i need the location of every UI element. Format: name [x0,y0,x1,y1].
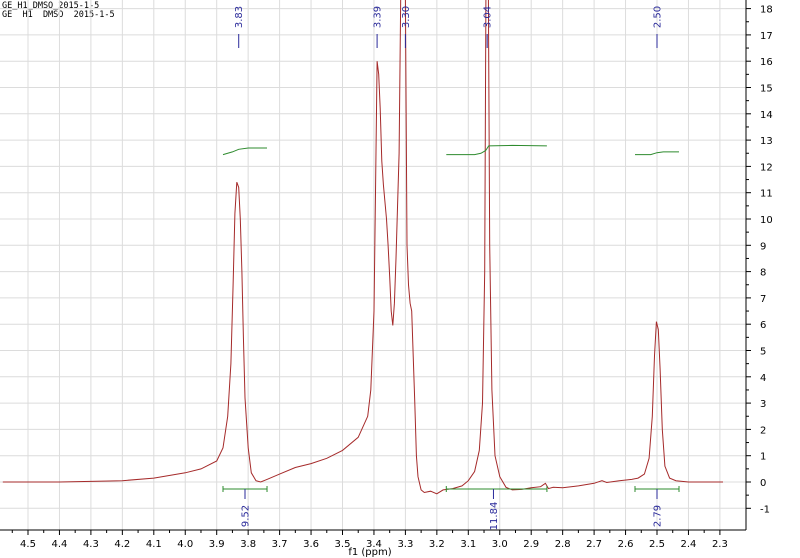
x-tick-label: 4.0 [177,539,193,550]
y-tick-label: 17 [760,31,773,42]
x-tick-label: 4.4 [51,539,67,550]
x-tick-label: 3.6 [303,539,319,550]
x-tick-label: 4.1 [146,539,162,550]
x-tick-label: 3.0 [492,539,508,550]
x-tick-label: 3.1 [460,539,476,550]
y-tick-label: 0 [760,478,766,489]
y-tick-label: 4 [760,373,766,384]
grid-lines [0,0,746,530]
y-tick-label: 14 [760,110,773,121]
y-tick-label: -1 [760,504,770,515]
y-axis-ticks: -10123456789101112131415161718 [746,5,773,515]
y-tick-label: 5 [760,347,766,358]
x-tick-label: 2.6 [618,539,634,550]
y-tick-label: 13 [760,136,773,147]
peak-label: 3.04 [483,6,494,28]
y-tick-label: 9 [760,241,766,252]
x-tick-label: 2.4 [680,539,696,550]
y-tick-label: 16 [760,57,773,68]
x-tick-label: 2.8 [555,539,571,550]
y-tick-label: 2 [760,425,766,436]
peak-label: 3.83 [234,6,245,28]
peak-label: 3.39 [373,6,384,28]
x-axis-title: f1 (ppm) [348,547,391,558]
x-tick-label: 2.7 [586,539,602,550]
x-tick-label: 4.2 [114,539,130,550]
integrals: 9.52 11.84 2.79 [222,144,680,531]
y-tick-label: 15 [760,84,773,95]
peak-label: 2.50 [653,6,664,28]
x-tick-label: 2.3 [712,539,728,550]
peak-label: 3.30 [401,6,412,28]
x-tick-label: 3.2 [429,539,445,550]
x-tick-label: 3.9 [209,539,225,550]
integral-value-label: 11.84 [489,502,500,531]
x-tick-label: 3.7 [272,539,288,550]
integral-curve [222,147,267,156]
x-tick-label: 3.3 [397,539,413,550]
y-tick-label: 10 [760,215,773,226]
x-tick-label: 2.5 [649,539,665,550]
integral-value-label: 2.79 [653,505,664,527]
y-tick-label: 7 [760,294,766,305]
y-tick-label: 6 [760,320,766,331]
integral-curve [446,144,547,156]
nmr-chart-stage: GE_H1_DMSO_2015-1-5 GE H1 DMSO 2015-1-5 … [0,0,800,558]
y-tick-label: 18 [760,5,773,16]
x-tick-label: 3.8 [240,539,256,550]
y-tick-label: 8 [760,268,766,279]
nmr-spectrum-plot: 4.5 4.4 4.3 4.2 4.1 4.0 3.9 3.8 3.7 3.6 3.5 3.4 3.3 3… [0,0,773,558]
x-tick-label: 4.3 [83,539,99,550]
peak-labels: 3.83 3.39 3.30 3.04 2.50 [234,6,664,48]
y-tick-label: 11 [760,189,773,200]
y-tick-label: 12 [760,162,773,173]
integral-value-label: 9.52 [241,505,252,527]
x-tick-label: 4.5 [20,539,36,550]
y-tick-label: 3 [760,399,766,410]
x-tick-label: 2.9 [523,539,539,550]
spectrum-line [2,0,723,495]
y-tick-label: 1 [760,452,766,463]
